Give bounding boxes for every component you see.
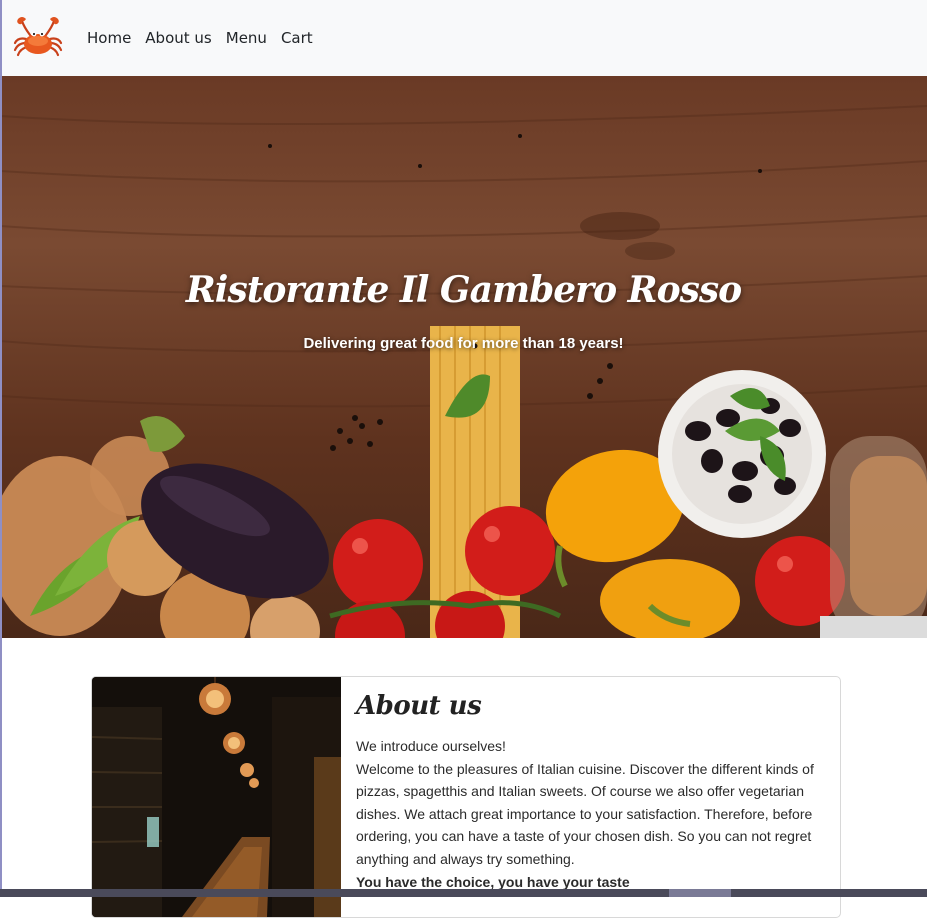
horizontal-scrollbar[interactable] [0,889,927,897]
hero-subtitle: Delivering great food for more than 18 y… [303,335,624,352]
about-card: About us We introduce ourselves! Welcome… [91,676,841,918]
nav-link-cart[interactable]: Cart [281,28,313,48]
nav-link-menu[interactable]: Menu [226,28,267,48]
restaurant-interior-image [92,677,341,917]
hero-banner: Ristorante Il Gambero Rosso Delivering g… [0,76,927,638]
about-text: We introduce ourselves! Welcome to the p… [356,735,826,893]
nav-link-home[interactable]: Home [87,28,131,48]
about-card-body: About us We introduce ourselves! Welcome… [356,691,826,893]
scrollbar-thumb[interactable] [669,889,731,897]
hero-background-image [0,105,927,638]
about-intro: We introduce ourselves! [356,738,506,754]
hero-title: Ristorante Il Gambero Rosso [185,269,742,311]
window-edge [0,0,2,897]
about-description: Welcome to the pleasures of Italian cuis… [356,760,814,867]
nav-link-about-us[interactable]: About us [145,28,211,48]
navbar: Home About us Menu Cart [0,0,927,76]
crab-icon[interactable] [12,13,64,63]
nav-links: Home About us Menu Cart [87,28,327,48]
about-title: About us [356,691,482,721]
